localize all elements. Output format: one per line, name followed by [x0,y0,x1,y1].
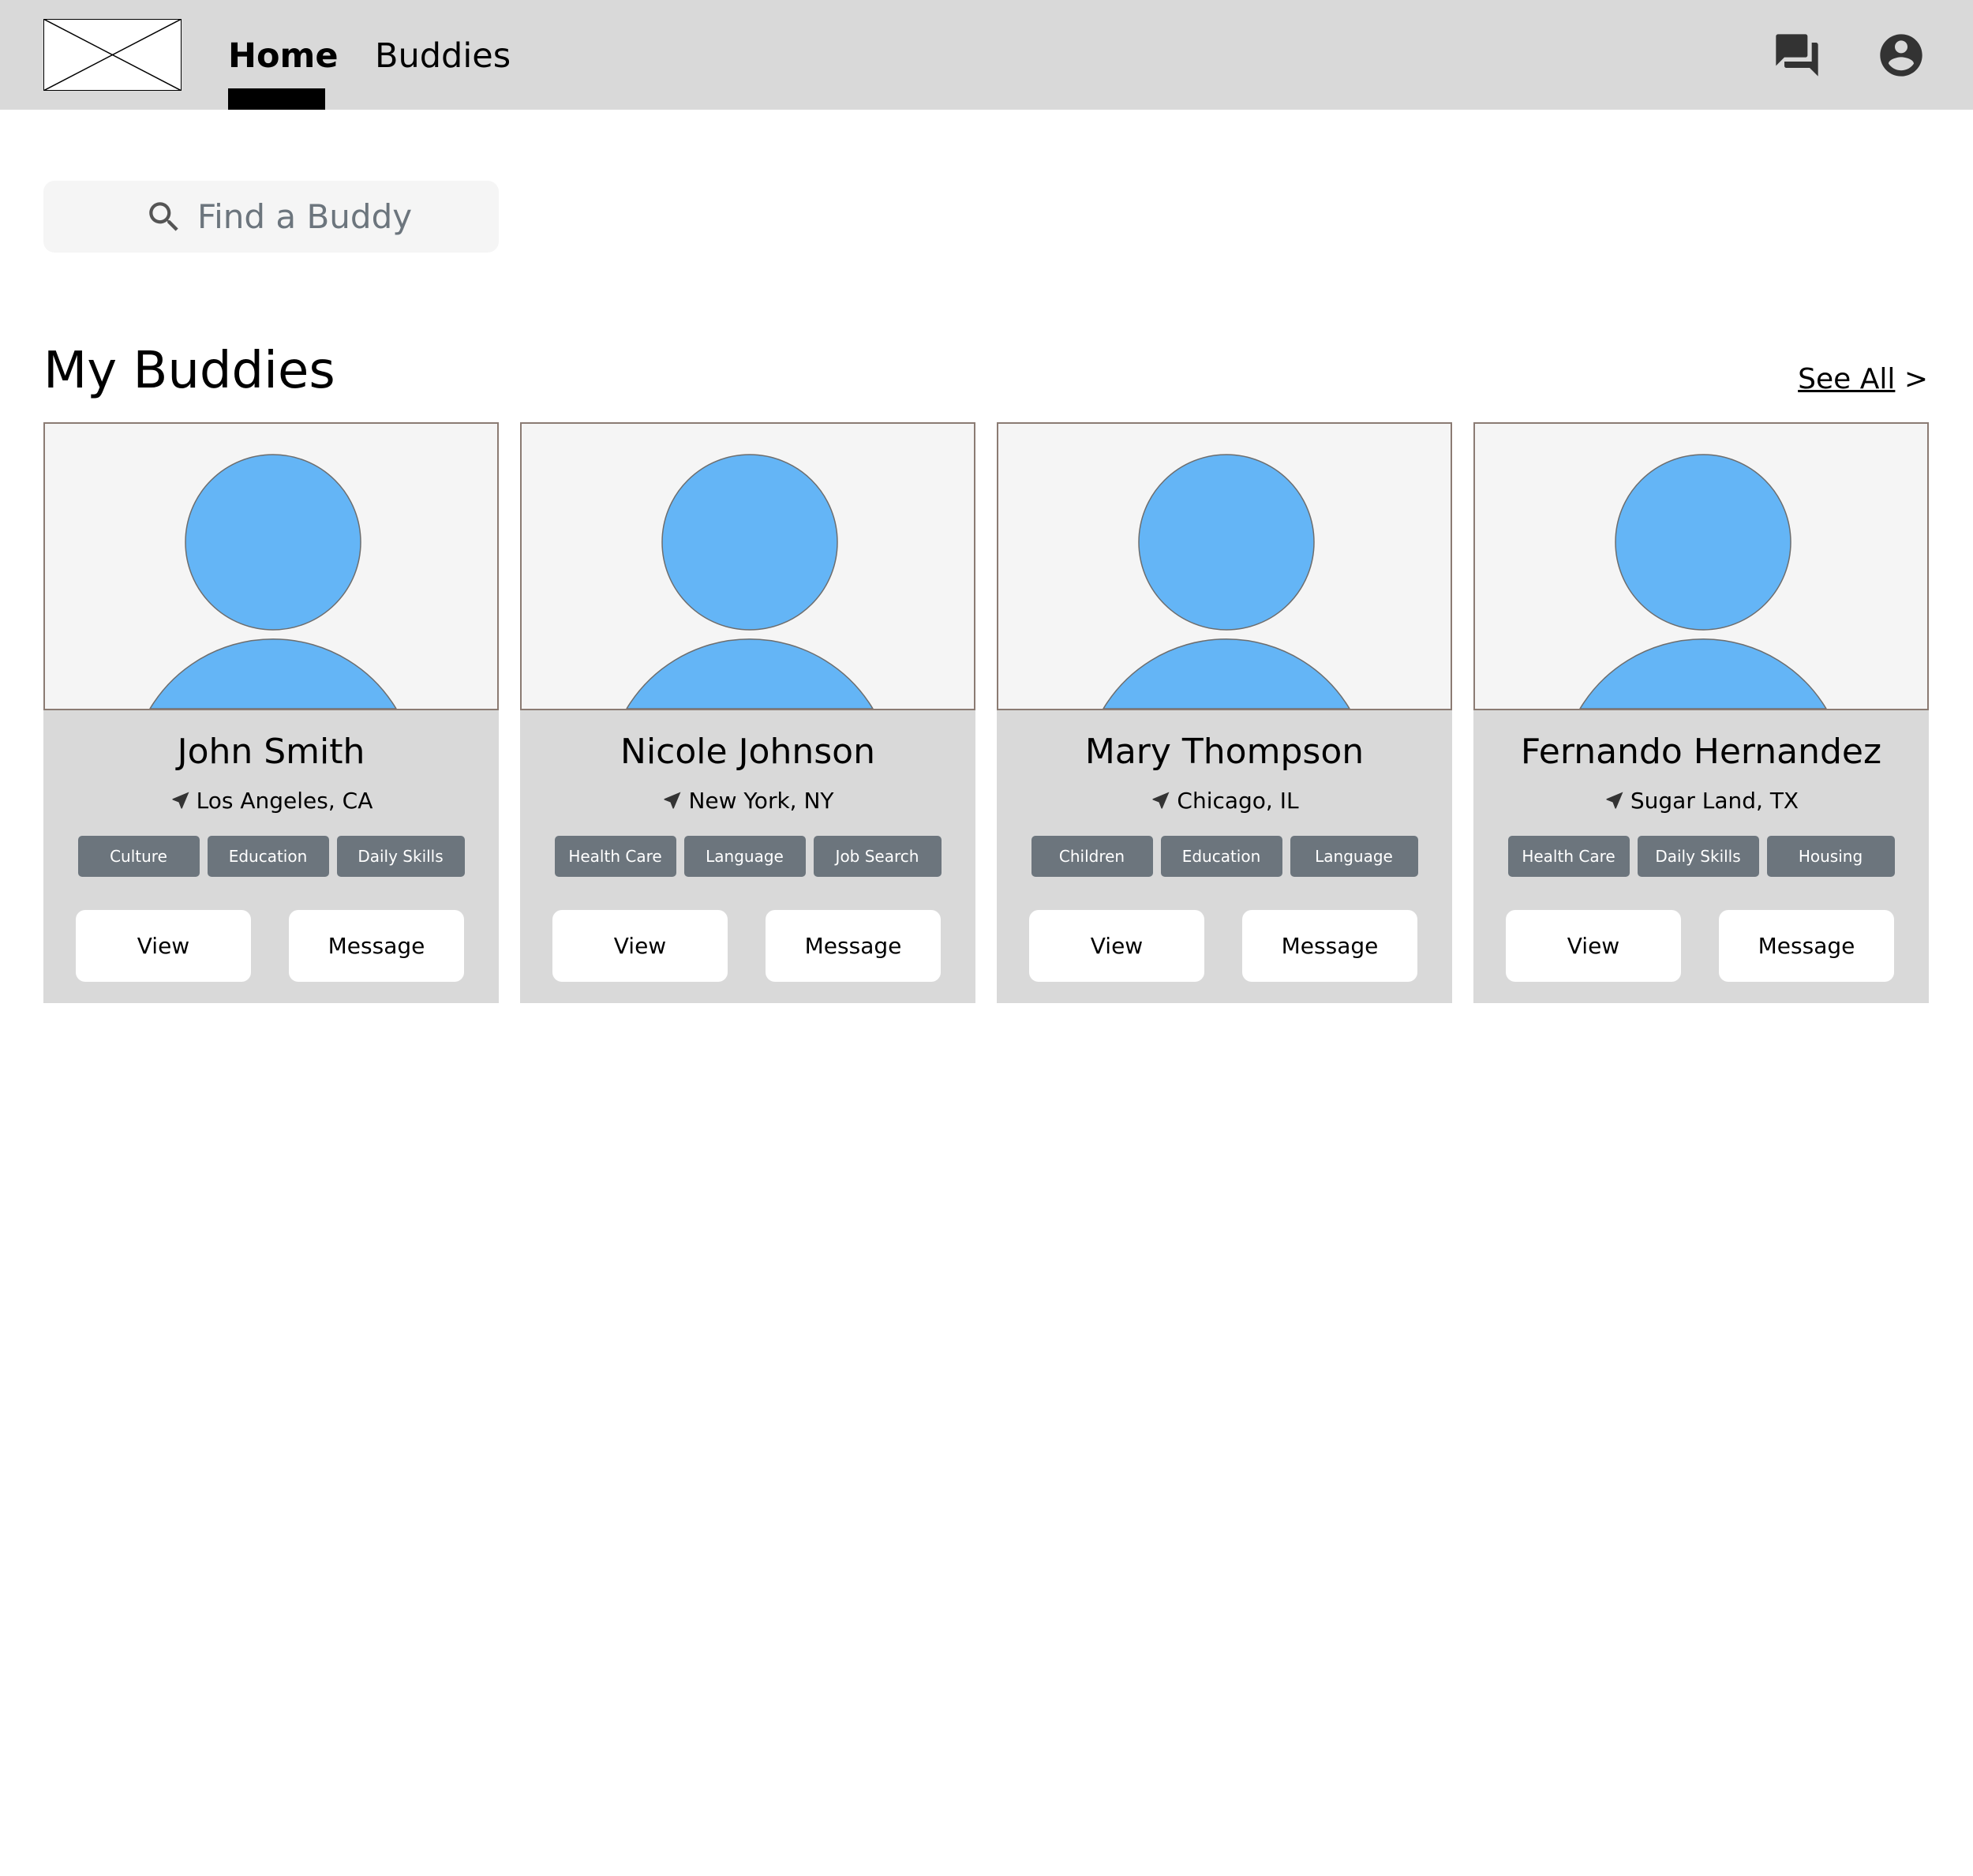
view-button[interactable]: View [552,910,728,982]
buddy-location-text: Chicago, IL [1177,788,1299,814]
search-input[interactable] [197,181,489,253]
buddy-name: John Smith [177,732,365,772]
interest-tag[interactable]: Job Search [813,836,942,877]
buddy-name: Nicole Johnson [620,732,875,772]
buddy-location-text: Sugar Land, TX [1630,788,1799,814]
account-circle-icon[interactable] [1876,30,1926,81]
buddy-cards: John Smith Los Angeles, CA Culture Educa… [43,422,1930,1003]
interest-tag[interactable]: Education [207,836,329,877]
search-icon [144,197,184,237]
view-button[interactable]: View [1506,910,1681,982]
view-button[interactable]: View [76,910,251,982]
avatar[interactable] [520,422,975,710]
buddy-tags: Culture Education Daily Skills [43,836,499,878]
tab-buddies[interactable]: Buddies [375,0,511,110]
interest-tag[interactable]: Housing [1766,836,1895,877]
avatar-placeholder-icon [1579,454,1827,709]
buddy-location: Chicago, IL [997,785,1452,817]
search-bar[interactable] [43,181,499,253]
interest-tag[interactable]: Health Care [1507,836,1630,877]
interest-tag[interactable]: Language [683,836,806,877]
buddy-location: Los Angeles, CA [43,785,499,817]
navigation-arrow-icon [664,792,681,809]
navigation-arrow-icon [172,792,189,809]
buddy-location-text: Los Angeles, CA [196,788,373,814]
message-button[interactable]: Message [1719,910,1894,982]
interest-tag[interactable]: Culture [77,836,200,877]
navigation-arrow-icon [1606,792,1623,809]
interest-tag[interactable]: Daily Skills [1637,836,1759,877]
buddy-tags: Health Care Daily Skills Housing [1473,836,1929,878]
view-button[interactable]: View [1029,910,1204,982]
avatar[interactable] [43,422,499,710]
avatar-placeholder-icon [626,454,874,709]
interest-tag[interactable]: Children [1031,836,1153,877]
buddy-location: Sugar Land, TX [1473,785,1929,817]
buddy-location-text: New York, NY [688,788,834,814]
section-title: My Buddies [43,342,335,400]
see-all-link[interactable]: See All > [1798,360,1928,399]
navigation-arrow-icon [1152,792,1170,809]
buddy-name: Mary Thompson [1084,732,1365,772]
buddy-card: Mary Thompson Chicago, IL Children Educa… [997,422,1452,1003]
interest-tag[interactable]: Language [1290,836,1418,877]
interest-tag[interactable]: Health Care [554,836,676,877]
message-button[interactable]: Message [289,910,464,982]
buddy-card: John Smith Los Angeles, CA Culture Educa… [43,422,499,1003]
buddy-name: Fernando Hernandez [1520,732,1882,772]
buddy-tags: Children Education Language [997,836,1452,878]
see-all-label: See All [1798,363,1896,395]
buddy-location: New York, NY [520,785,975,817]
image-placeholder-icon [43,19,182,91]
interest-tag[interactable]: Daily Skills [336,836,465,877]
logo-placeholder[interactable] [43,19,182,91]
chat-icon[interactable] [1772,30,1822,81]
message-button[interactable]: Message [1242,910,1417,982]
avatar[interactable] [1473,422,1929,710]
avatar-placeholder-icon [149,454,397,709]
avatar-placeholder-icon [1103,454,1350,709]
active-tab-indicator [228,88,325,110]
top-navbar: Home Buddies [0,0,1973,110]
avatar[interactable] [997,422,1452,710]
buddy-tags: Health Care Language Job Search [520,836,975,878]
message-button[interactable]: Message [766,910,941,982]
buddy-card: Fernando Hernandez Sugar Land, TX Health… [1473,422,1929,1003]
interest-tag[interactable]: Education [1160,836,1282,877]
see-all-arrow: > [1904,363,1928,395]
buddy-card: Nicole Johnson New York, NY Health Care … [520,422,975,1003]
